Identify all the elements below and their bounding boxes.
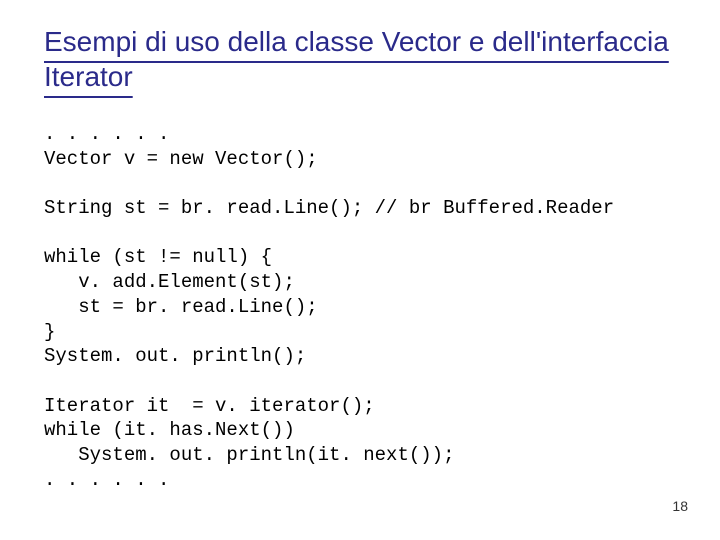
code-line: String st = br. read.Line(); // br Buffe… (44, 197, 614, 219)
slide-title: Esempi di uso della classe Vector e dell… (44, 24, 676, 94)
code-line: System. out. println(it. next()); (44, 444, 454, 466)
code-line: } (44, 321, 55, 343)
code-line: System. out. println(); (44, 345, 306, 367)
code-line: v. add.Element(st); (44, 271, 295, 293)
code-line: . . . . . . (44, 123, 169, 145)
code-line: Vector v = new Vector(); (44, 148, 318, 170)
code-line: . . . . . . (44, 469, 169, 491)
code-line: while (st != null) { (44, 246, 272, 268)
page-number: 18 (672, 498, 688, 514)
code-line: Iterator it = v. iterator(); (44, 395, 375, 417)
code-block: . . . . . . Vector v = new Vector(); Str… (44, 122, 676, 492)
slide: Esempi di uso della classe Vector e dell… (0, 0, 720, 492)
code-line: while (it. has.Next()) (44, 419, 295, 441)
code-line: st = br. read.Line(); (44, 296, 318, 318)
